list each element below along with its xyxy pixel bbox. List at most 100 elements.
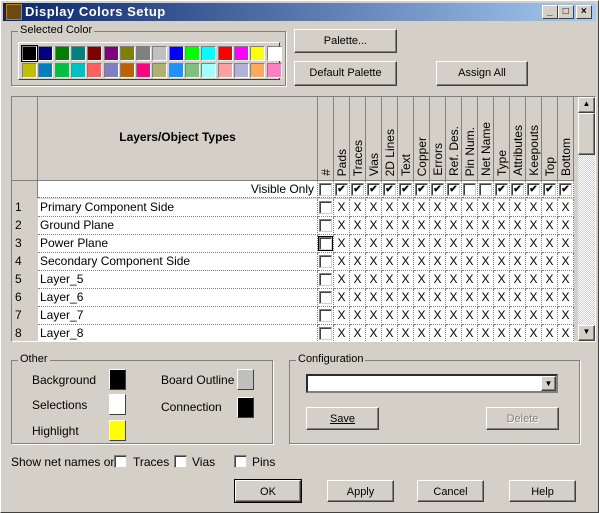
color-swatch[interactable] bbox=[54, 63, 70, 78]
visible-only-checkbox[interactable]: ✔ bbox=[559, 183, 572, 196]
selections-color-button[interactable] bbox=[109, 394, 126, 415]
column-header[interactable]: Net Name bbox=[478, 97, 494, 181]
column-header[interactable]: Vias bbox=[366, 97, 382, 181]
color-cell[interactable]: X bbox=[510, 253, 526, 271]
scroll-down-button[interactable]: ▼ bbox=[578, 325, 595, 341]
color-cell[interactable]: X bbox=[542, 271, 558, 289]
color-cell[interactable]: X bbox=[526, 217, 542, 235]
column-header[interactable]: Traces bbox=[350, 97, 366, 181]
color-cell[interactable]: X bbox=[382, 253, 398, 271]
color-swatch[interactable] bbox=[152, 46, 168, 61]
column-header[interactable]: Keepouts bbox=[526, 97, 542, 181]
color-cell[interactable]: X bbox=[462, 307, 478, 325]
color-cell[interactable]: X bbox=[366, 325, 382, 341]
color-cell[interactable]: X bbox=[398, 235, 414, 253]
color-swatch[interactable] bbox=[233, 46, 249, 61]
color-swatch[interactable] bbox=[152, 63, 168, 78]
color-swatch[interactable] bbox=[119, 46, 135, 61]
column-header[interactable]: Type bbox=[494, 97, 510, 181]
color-swatch[interactable] bbox=[103, 46, 119, 61]
color-cell[interactable]: X bbox=[558, 325, 574, 341]
row-select-cell[interactable] bbox=[318, 199, 334, 217]
color-cell[interactable]: X bbox=[350, 235, 366, 253]
color-swatch[interactable] bbox=[250, 46, 266, 61]
column-header[interactable]: Attributes bbox=[510, 97, 526, 181]
close-button[interactable]: × bbox=[576, 5, 592, 19]
color-cell[interactable]: X bbox=[478, 253, 494, 271]
color-cell[interactable]: X bbox=[366, 307, 382, 325]
color-cell[interactable]: X bbox=[382, 235, 398, 253]
visible-only-checkbox[interactable]: ✔ bbox=[511, 183, 524, 196]
visible-only-checkbox[interactable]: ✔ bbox=[335, 183, 348, 196]
color-cell[interactable]: X bbox=[494, 307, 510, 325]
color-cell[interactable]: X bbox=[558, 271, 574, 289]
configuration-combobox[interactable]: ▼ bbox=[306, 374, 558, 393]
highlight-color-button[interactable] bbox=[109, 420, 126, 441]
color-cell[interactable]: X bbox=[478, 217, 494, 235]
color-cell[interactable]: X bbox=[382, 325, 398, 341]
ok-button[interactable]: OK bbox=[234, 479, 302, 503]
color-swatch[interactable] bbox=[103, 63, 119, 78]
color-cell[interactable]: X bbox=[478, 307, 494, 325]
visible-only-checkbox[interactable]: ✔ bbox=[351, 183, 364, 196]
row-select-cell[interactable] bbox=[318, 307, 334, 325]
color-cell[interactable]: X bbox=[350, 325, 366, 341]
color-cell[interactable]: X bbox=[478, 235, 494, 253]
color-cell[interactable]: X bbox=[494, 271, 510, 289]
column-header[interactable]: Pin Num. bbox=[462, 97, 478, 181]
column-header[interactable]: Text bbox=[398, 97, 414, 181]
row-checkbox[interactable] bbox=[319, 273, 332, 286]
row-select-cell[interactable] bbox=[318, 289, 334, 307]
color-swatch[interactable] bbox=[201, 46, 217, 61]
color-cell[interactable]: X bbox=[494, 199, 510, 217]
color-cell[interactable]: X bbox=[542, 325, 558, 341]
help-button[interactable]: Help bbox=[509, 480, 576, 502]
color-cell[interactable]: X bbox=[446, 271, 462, 289]
minimize-button[interactable]: _ bbox=[542, 5, 558, 19]
color-swatch[interactable] bbox=[70, 46, 86, 61]
color-swatch[interactable] bbox=[22, 63, 37, 78]
color-cell[interactable]: X bbox=[430, 325, 446, 341]
visible-only-checkbox[interactable]: ✔ bbox=[415, 183, 428, 196]
column-header[interactable]: Bottom bbox=[558, 97, 574, 181]
color-cell[interactable]: X bbox=[510, 199, 526, 217]
row-checkbox[interactable] bbox=[318, 236, 333, 251]
color-cell[interactable]: X bbox=[414, 271, 430, 289]
color-cell[interactable]: X bbox=[446, 235, 462, 253]
color-cell[interactable]: X bbox=[510, 289, 526, 307]
color-swatch[interactable] bbox=[217, 63, 233, 78]
color-cell[interactable]: X bbox=[510, 235, 526, 253]
column-header[interactable]: Copper bbox=[414, 97, 430, 181]
assign-all-button[interactable]: Assign All bbox=[436, 61, 528, 86]
color-cell[interactable]: X bbox=[462, 235, 478, 253]
color-cell[interactable]: X bbox=[526, 199, 542, 217]
color-cell[interactable]: X bbox=[350, 271, 366, 289]
color-cell[interactable]: X bbox=[366, 289, 382, 307]
visible-only-checkbox[interactable] bbox=[319, 183, 332, 196]
color-cell[interactable]: X bbox=[494, 235, 510, 253]
color-swatch[interactable] bbox=[87, 63, 103, 78]
color-cell[interactable]: X bbox=[334, 253, 350, 271]
color-cell[interactable]: X bbox=[446, 289, 462, 307]
board-outline-color-button[interactable] bbox=[237, 369, 254, 390]
color-cell[interactable]: X bbox=[430, 307, 446, 325]
layer-name[interactable]: Power Plane bbox=[38, 235, 318, 253]
color-cell[interactable]: X bbox=[398, 253, 414, 271]
row-select-cell[interactable] bbox=[318, 235, 334, 253]
color-cell[interactable]: X bbox=[478, 289, 494, 307]
color-cell[interactable]: X bbox=[542, 307, 558, 325]
layer-name[interactable]: Layer_6 bbox=[38, 289, 318, 307]
visible-only-checkbox[interactable] bbox=[479, 183, 492, 196]
column-header[interactable]: 2D Lines bbox=[382, 97, 398, 181]
color-swatch[interactable] bbox=[201, 63, 217, 78]
vias-checkbox[interactable] bbox=[174, 455, 187, 468]
color-cell[interactable]: X bbox=[334, 217, 350, 235]
color-cell[interactable]: X bbox=[414, 235, 430, 253]
color-cell[interactable]: X bbox=[558, 307, 574, 325]
color-cell[interactable]: X bbox=[350, 199, 366, 217]
color-cell[interactable]: X bbox=[430, 199, 446, 217]
color-cell[interactable]: X bbox=[542, 289, 558, 307]
row-select-cell[interactable] bbox=[318, 217, 334, 235]
color-swatch[interactable] bbox=[266, 63, 282, 78]
visible-only-checkbox[interactable]: ✔ bbox=[527, 183, 540, 196]
